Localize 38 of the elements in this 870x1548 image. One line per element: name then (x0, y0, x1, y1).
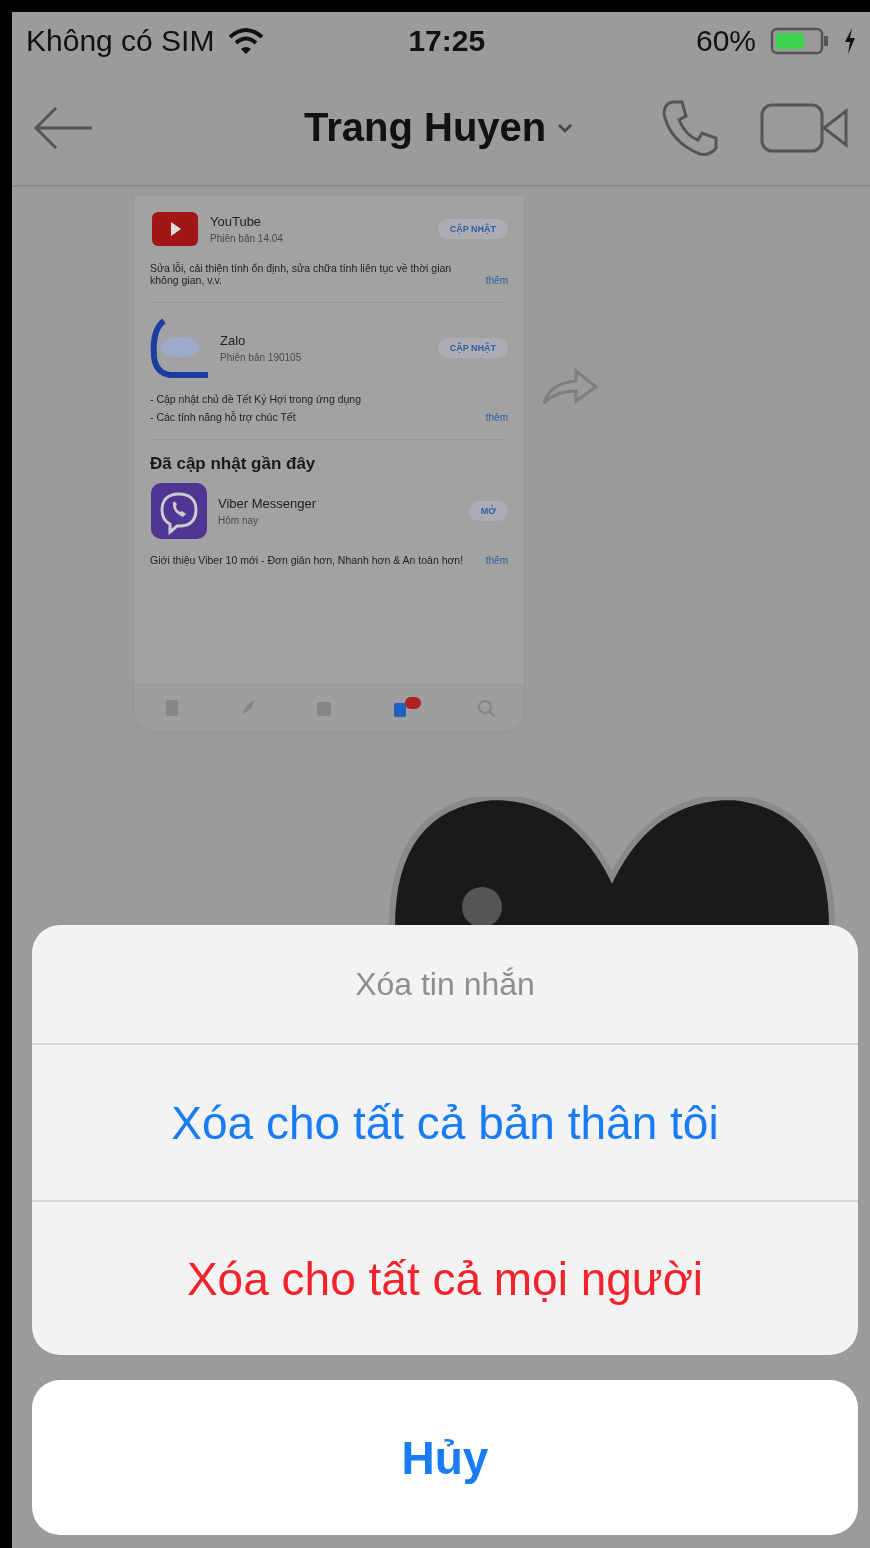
carrier-label: Không có SIM (26, 24, 215, 58)
app-name: Zalo (220, 333, 247, 348)
app-name: Viber Messenger (218, 496, 318, 511)
tab-icon (475, 697, 497, 719)
store-tab[interactable] (475, 697, 497, 719)
forward-icon[interactable] (540, 367, 600, 407)
update-button[interactable]: MỞ (468, 501, 508, 521)
contact-name[interactable]: Trang Huyen (304, 105, 547, 150)
phone-bubble-app-icon (150, 482, 208, 540)
chevron-icon[interactable] (556, 121, 575, 134)
battery-percent: 60% (695, 24, 756, 58)
notification-badge (405, 697, 421, 709)
delete-for-everyone-button[interactable]: Xóa cho tất cả mọi người (32, 1200, 858, 1355)
update-button[interactable]: CẬP NHẬT (437, 338, 508, 358)
app-version: Phiên bản 190105 (220, 352, 303, 363)
app-name: YouTube (210, 214, 263, 229)
battery-icon (770, 26, 830, 56)
delete-for-me-button[interactable]: Xóa cho tất cả bản thân tôi (32, 1045, 858, 1200)
section-heading: Đã cập nhật gần đây (150, 454, 317, 474)
release-note: - Các tính năng hỗ trợ chúc Tết (150, 411, 296, 423)
app-version: Phiên bản 14.04 (210, 233, 284, 244)
more-link[interactable]: thêm (485, 275, 508, 286)
app-version: Hôm nay (218, 515, 259, 526)
more-link[interactable]: thêm (485, 412, 508, 423)
shared-screenshot[interactable] (133, 195, 525, 732)
sheet-title: Xóa tin nhắn (32, 925, 858, 1045)
clock: 17:25 (408, 24, 486, 58)
update-button[interactable]: CẬP NHẬT (437, 219, 508, 239)
cancel-button[interactable]: Hủy (32, 1380, 858, 1535)
video-app-icon (150, 210, 200, 248)
wifi-icon (228, 27, 265, 55)
back-icon[interactable] (32, 105, 94, 150)
release-note: - Cập nhật chủ đề Tết Kỷ Hợi trong ứng dụng (150, 393, 361, 405)
release-note: Giới thiệu Viber 10 mới - Đơn giản hơn, Nhanh hơn & An toàn hơn! (150, 554, 464, 566)
more-link[interactable]: thêm (485, 555, 508, 566)
charging-icon (844, 28, 856, 54)
release-note: Sửa lỗi, cải thiện tính ổn định, sửa chữa tính liên tục về thời gian không gian, v.v. (150, 262, 453, 286)
chat-app-icon (150, 317, 210, 379)
